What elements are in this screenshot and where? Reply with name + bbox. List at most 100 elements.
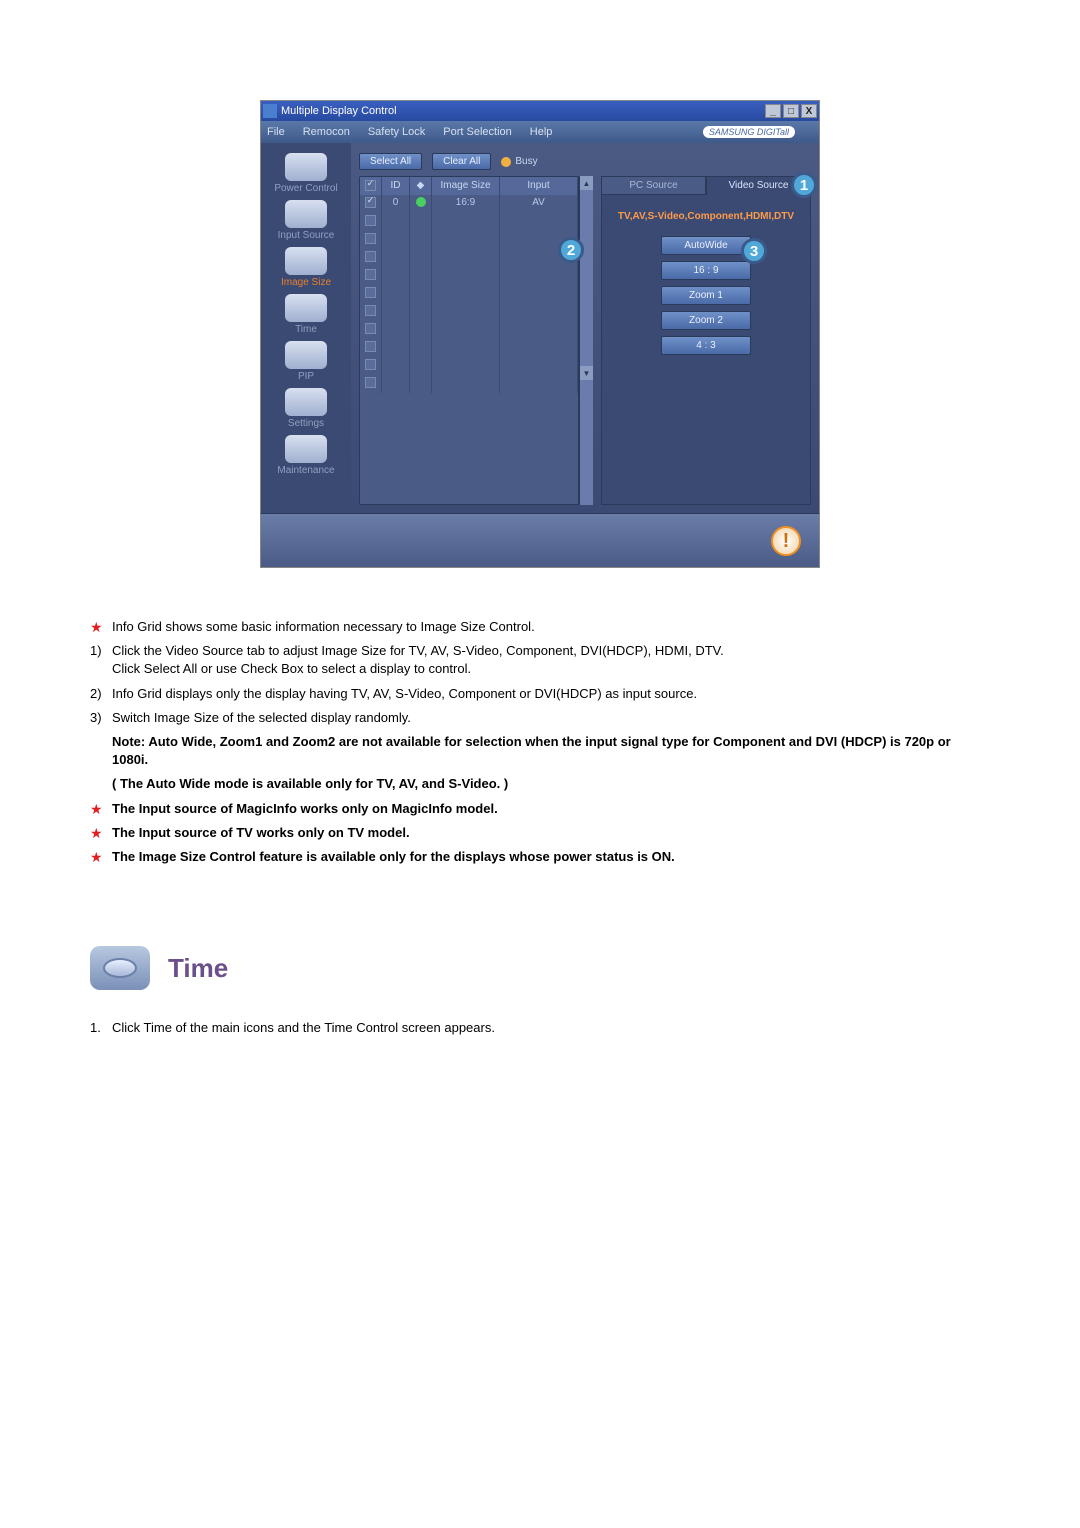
- sidebar-item-pip[interactable]: PIP: [265, 341, 347, 382]
- settings-icon: [285, 388, 327, 416]
- callout-2: 2: [558, 237, 584, 263]
- app-icon: [263, 104, 277, 118]
- doc-line: 1) Click the Video Source tab to adjust I…: [90, 642, 990, 678]
- menu-file[interactable]: File: [267, 126, 285, 138]
- menu-port-selection[interactable]: Port Selection: [443, 126, 511, 138]
- titlebar: Multiple Display Control _ □ X: [261, 101, 819, 121]
- row-checkbox[interactable]: [365, 251, 376, 262]
- table-row[interactable]: [360, 249, 578, 267]
- sidebar-item-label: Power Control: [265, 183, 347, 194]
- image-size-icon: [285, 247, 327, 275]
- source-icon: [285, 200, 327, 228]
- row-checkbox[interactable]: [365, 287, 376, 298]
- doc-num: 1): [90, 642, 102, 660]
- info-grid: ID ◆ Image Size Input 0 16:9 AV: [359, 176, 593, 505]
- row-checkbox[interactable]: [365, 269, 376, 280]
- time-heading-icon-inner: [103, 958, 137, 978]
- doc-text: The Image Size Control feature is availa…: [112, 849, 675, 864]
- maintenance-icon: [285, 435, 327, 463]
- sidebar-item-label: PIP: [265, 371, 347, 382]
- row-checkbox[interactable]: [365, 197, 376, 208]
- sidebar-item-label: Maintenance: [265, 465, 347, 476]
- doc-text: Switch Image Size of the selected displa…: [112, 710, 411, 725]
- status-on-icon: [416, 197, 426, 207]
- clear-all-button[interactable]: Clear All: [432, 153, 491, 170]
- doc-note: Note: Auto Wide, Zoom1 and Zoom2 are not…: [90, 733, 990, 769]
- row-checkbox[interactable]: [365, 215, 376, 226]
- cell-id: 0: [382, 195, 410, 213]
- scroll-down-icon[interactable]: ▼: [580, 366, 593, 380]
- col-status-icon: ◆: [410, 177, 432, 195]
- scrollbar[interactable]: ▲ ▼: [579, 176, 593, 505]
- sidebar-item-image-size[interactable]: Image Size: [265, 247, 347, 288]
- row-checkbox[interactable]: [365, 359, 376, 370]
- menu-remocon[interactable]: Remocon: [303, 126, 350, 138]
- status-bar: !: [261, 513, 819, 567]
- doc-line: The Input source of MagicInfo works only…: [90, 800, 990, 818]
- col-image-size: Image Size: [432, 177, 500, 195]
- option-zoom2[interactable]: Zoom 2: [661, 311, 751, 330]
- row-checkbox[interactable]: [365, 377, 376, 388]
- heading-text: Time: [168, 953, 228, 984]
- callout-1: 1: [791, 172, 817, 198]
- sidebar-item-label: Image Size: [265, 277, 347, 288]
- maximize-button[interactable]: □: [783, 104, 799, 118]
- right-panel: PC Source Video Source 1 TV,AV,S-Video,C…: [601, 176, 811, 505]
- sidebar-item-power-control[interactable]: Power Control: [265, 153, 347, 194]
- table-row[interactable]: [360, 339, 578, 357]
- select-all-button[interactable]: Select All: [359, 153, 422, 170]
- table-row[interactable]: [360, 213, 578, 231]
- option-autowide[interactable]: AutoWide: [661, 236, 751, 255]
- header-checkbox[interactable]: [365, 180, 376, 191]
- busy-label: Busy: [515, 156, 537, 167]
- option-16-9[interactable]: 16 : 9: [661, 261, 751, 280]
- sidebar-item-label: Settings: [265, 418, 347, 429]
- table-row[interactable]: [360, 321, 578, 339]
- doc-text: Click Time of the main icons and the Tim…: [112, 1020, 495, 1035]
- window-title: Multiple Display Control: [281, 105, 765, 117]
- row-checkbox[interactable]: [365, 323, 376, 334]
- sidebar-item-maintenance[interactable]: Maintenance: [265, 435, 347, 476]
- close-button[interactable]: X: [801, 104, 817, 118]
- scroll-up-icon[interactable]: ▲: [580, 176, 593, 190]
- sidebar-item-label: Time: [265, 324, 347, 335]
- menu-help[interactable]: Help: [530, 126, 553, 138]
- doc-line: Info Grid shows some basic information n…: [90, 618, 990, 636]
- warning-icon: !: [771, 526, 801, 556]
- table-row[interactable]: [360, 303, 578, 321]
- doc-text: The Input source of TV works only on TV …: [112, 825, 410, 840]
- table-row[interactable]: [360, 267, 578, 285]
- time-heading-icon: [90, 946, 150, 990]
- doc-line: 2)Info Grid displays only the display ha…: [90, 685, 990, 703]
- doc-body: Info Grid shows some basic information n…: [90, 618, 990, 1035]
- sidebar-item-input-source[interactable]: Input Source: [265, 200, 347, 241]
- sidebar-item-settings[interactable]: Settings: [265, 388, 347, 429]
- main-panel: Select All Clear All Busy ID ◆ Image Siz…: [351, 143, 819, 513]
- sidebar-item-label: Input Source: [265, 230, 347, 241]
- callout-3: 3: [741, 238, 767, 264]
- row-checkbox[interactable]: [365, 305, 376, 316]
- table-row[interactable]: [360, 357, 578, 375]
- doc-text: Click the Video Source tab to adjust Ima…: [112, 643, 724, 658]
- doc-text: Info Grid shows some basic information n…: [112, 619, 535, 634]
- doc-line: The Image Size Control feature is availa…: [90, 848, 990, 866]
- table-row[interactable]: [360, 375, 578, 393]
- section-heading-time: Time: [90, 946, 990, 990]
- cell-input: AV: [500, 195, 578, 213]
- table-row[interactable]: [360, 285, 578, 303]
- power-icon: [285, 153, 327, 181]
- menu-safety-lock[interactable]: Safety Lock: [368, 126, 425, 138]
- row-checkbox[interactable]: [365, 233, 376, 244]
- cell-size: 16:9: [432, 195, 500, 213]
- doc-text: Note: Auto Wide, Zoom1 and Zoom2 are not…: [112, 734, 951, 767]
- table-row[interactable]: [360, 231, 578, 249]
- option-4-3[interactable]: 4 : 3: [661, 336, 751, 355]
- table-row[interactable]: 0 16:9 AV: [360, 195, 578, 213]
- row-checkbox[interactable]: [365, 341, 376, 352]
- sidebar-item-time[interactable]: Time: [265, 294, 347, 335]
- tab-pc-source[interactable]: PC Source: [601, 176, 706, 195]
- doc-num: 3): [90, 709, 102, 727]
- minimize-button[interactable]: _: [765, 104, 781, 118]
- time-icon: [285, 294, 327, 322]
- option-zoom1[interactable]: Zoom 1: [661, 286, 751, 305]
